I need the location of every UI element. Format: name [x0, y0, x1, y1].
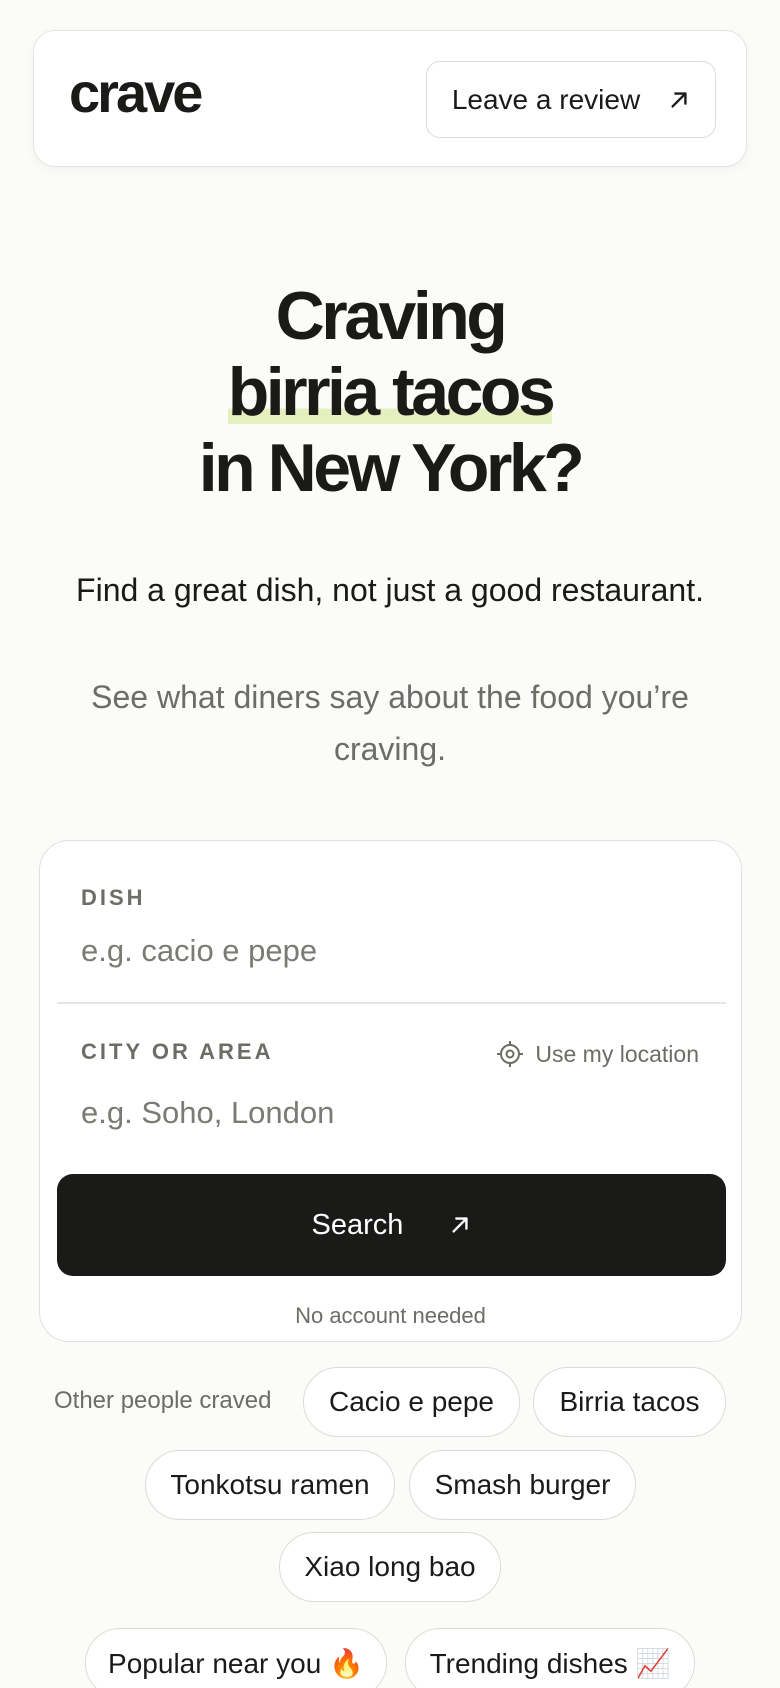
tagline-primary: Find a great dish, not just a good resta… — [76, 572, 704, 608]
leave-review-label: Leave a review — [451, 83, 641, 115]
chip-birria-tacos[interactable]: Birria tacos — [533, 1367, 726, 1437]
city-input[interactable] — [81, 1088, 681, 1138]
hero-dish-highlight: birria tacos — [227, 354, 556, 430]
no-account-note: No account needed — [295, 1303, 486, 1328]
arrow-up-right-icon — [452, 1217, 469, 1233]
chip-tonkotsu-ramen[interactable]: Tonkotsu ramen — [145, 1450, 395, 1520]
tagline-secondary: See what diners say about the food you’r… — [91, 679, 689, 767]
page: crave Leave a review Craving birria taco… — [0, 0, 780, 1688]
city-label: CITY OR AREA — [81, 1039, 274, 1064]
search-button-label: Search — [311, 1208, 404, 1241]
field-divider — [57, 1002, 726, 1004]
dish-label: DISH — [81, 885, 146, 910]
trending-dishes-button[interactable]: Trending dishes 📈 — [405, 1628, 695, 1688]
crosshair-icon — [497, 1041, 524, 1067]
chip-smash-burger[interactable]: Smash burger — [409, 1450, 636, 1520]
popular-near-you-button[interactable]: Popular near you 🔥 — [85, 1628, 387, 1688]
hero-line-1: Craving — [275, 278, 508, 354]
arrow-up-right-icon — [671, 91, 687, 108]
chip-xiao-long-bao[interactable]: Xiao long bao — [279, 1532, 501, 1602]
hero-headline: Craving birria tacos in New York? — [0, 278, 780, 506]
hero-line-3: in New York? — [198, 430, 585, 506]
use-location-button[interactable]: Use my location — [495, 1039, 699, 1069]
suggestions-label: Other people craved — [54, 1387, 272, 1414]
site-header: crave Leave a review — [33, 30, 747, 167]
crave-logo[interactable]: crave — [69, 65, 203, 121]
dish-input[interactable] — [81, 926, 681, 976]
leave-review-button[interactable]: Leave a review — [426, 61, 716, 138]
search-card: DISH CITY OR AREA Use my location Search… — [39, 840, 742, 1342]
use-location-label: Use my location — [535, 1040, 699, 1067]
search-button[interactable]: Search — [57, 1174, 726, 1276]
chip-cacio-e-pepe[interactable]: Cacio e pepe — [303, 1367, 520, 1437]
